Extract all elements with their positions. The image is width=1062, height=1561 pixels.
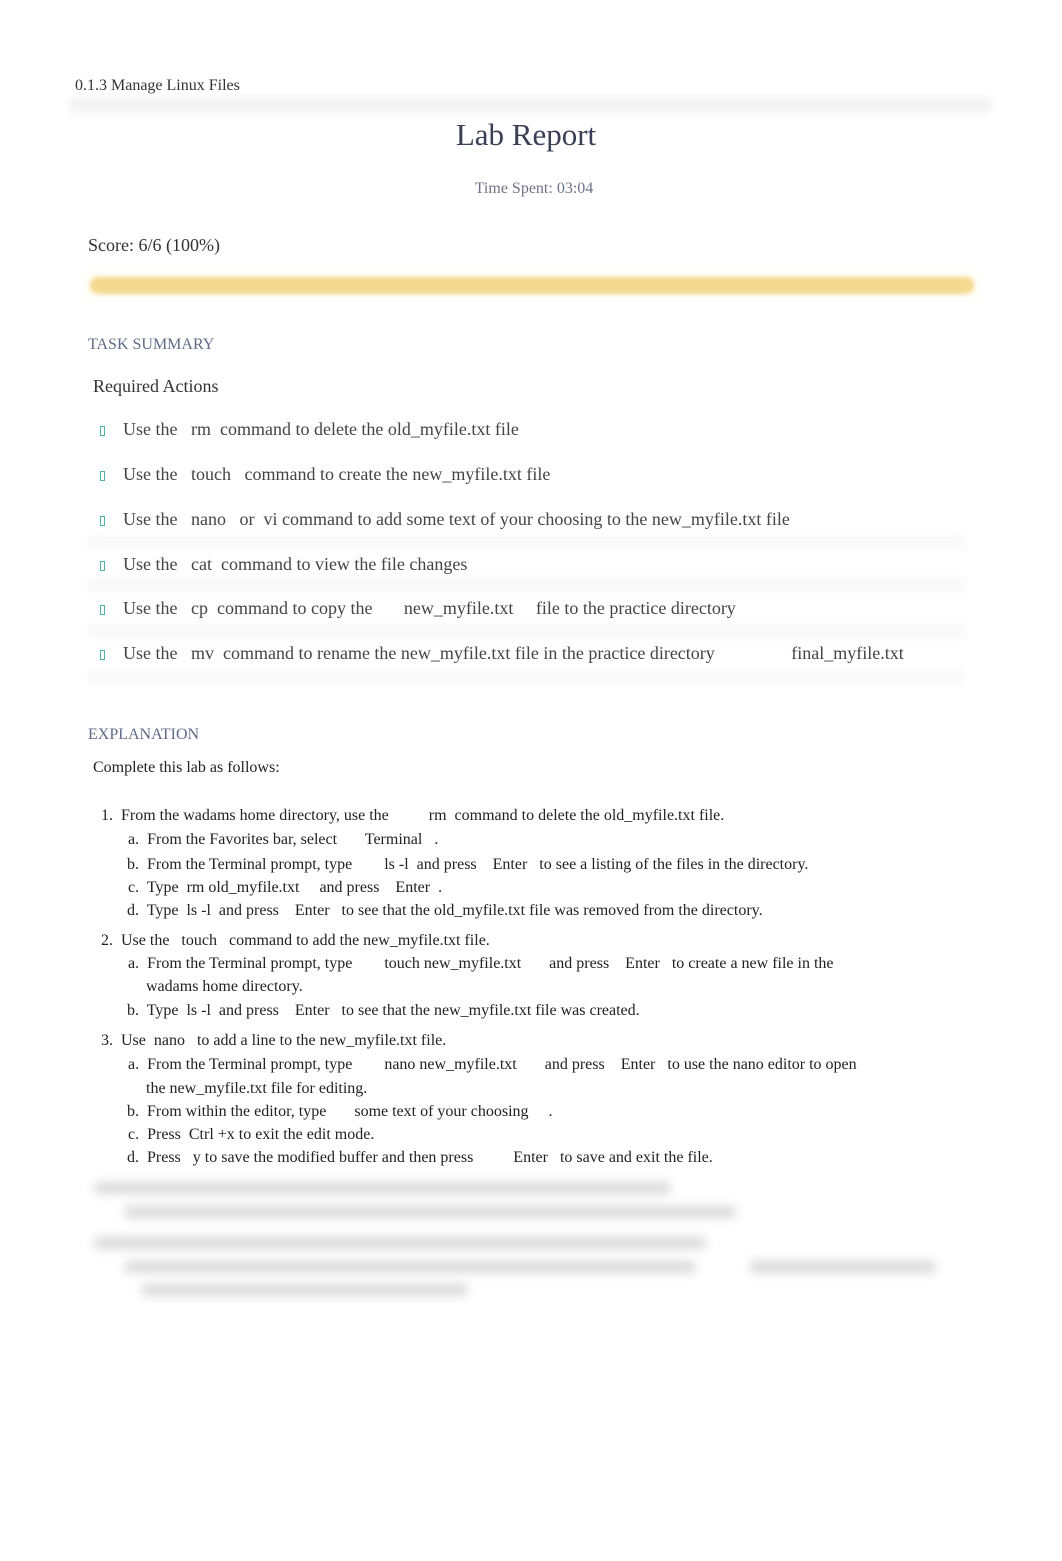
action-item: Use the cat command to view the file cha… (123, 554, 468, 574)
substep: d. Press y to save the modified buffer a… (127, 1149, 713, 1166)
step: 3. Use nano to add a line to the new_myf… (101, 1032, 447, 1049)
action-item: Use the touch command to create the new_… (123, 464, 551, 484)
score: Score: 6/6 (100%) (88, 235, 220, 255)
substep-continued: wadams home directory. (146, 978, 303, 995)
step: 2. Use the touch command to add the new_… (101, 932, 490, 949)
check-icon (100, 650, 105, 660)
check-icon (100, 426, 105, 436)
task-summary-heading: TASK SUMMARY (88, 336, 215, 353)
time-spent: Time Spent: 03:04 (474, 180, 594, 197)
check-icon (100, 561, 105, 571)
score-progress-bar (90, 277, 974, 294)
action-item: Use the mv command to rename the new_myf… (123, 643, 904, 663)
header-divider (70, 98, 992, 112)
page-title: Lab Report (455, 117, 597, 152)
step: 1. From the wadams home directory, use t… (101, 807, 725, 824)
lab-report-page: 0.1.3 Manage Linux Files Lab Report Time… (0, 0, 1062, 1561)
substep: a. From the Terminal prompt, type nano n… (128, 1056, 857, 1073)
check-icon (100, 516, 105, 526)
substep: a. From the Terminal prompt, type touch … (128, 955, 834, 972)
substep-continued: the new_myfile.txt file for editing. (146, 1080, 368, 1097)
action-item: Use the nano or vi command to add some t… (123, 509, 790, 529)
substep: b. From within the editor, type some tex… (127, 1103, 553, 1120)
explanation-intro: Complete this lab as follows: (93, 759, 280, 776)
check-icon (100, 605, 105, 615)
action-item: Use the cp command to copy the new_myfil… (123, 598, 736, 618)
course-title: 0.1.3 Manage Linux Files (75, 77, 240, 94)
substep: a. From the Favorites bar, select Termin… (128, 831, 439, 848)
action-item: Use the rm command to delete the old_myf… (123, 419, 519, 439)
substep: b. Type ls -l and press Enter to see tha… (127, 1002, 640, 1019)
explanation-heading: EXPLANATION (88, 726, 200, 743)
substep: c. Type rm old_myfile.txt and press Ente… (128, 879, 443, 896)
substep: c. Press Ctrl +x to exit the edit mode. (128, 1126, 375, 1143)
check-icon (100, 471, 105, 481)
substep: d. Type ls -l and press Enter to see tha… (127, 902, 763, 919)
required-actions-heading: Required Actions (93, 376, 219, 396)
substep: b. From the Terminal prompt, type ls -l … (127, 856, 809, 873)
